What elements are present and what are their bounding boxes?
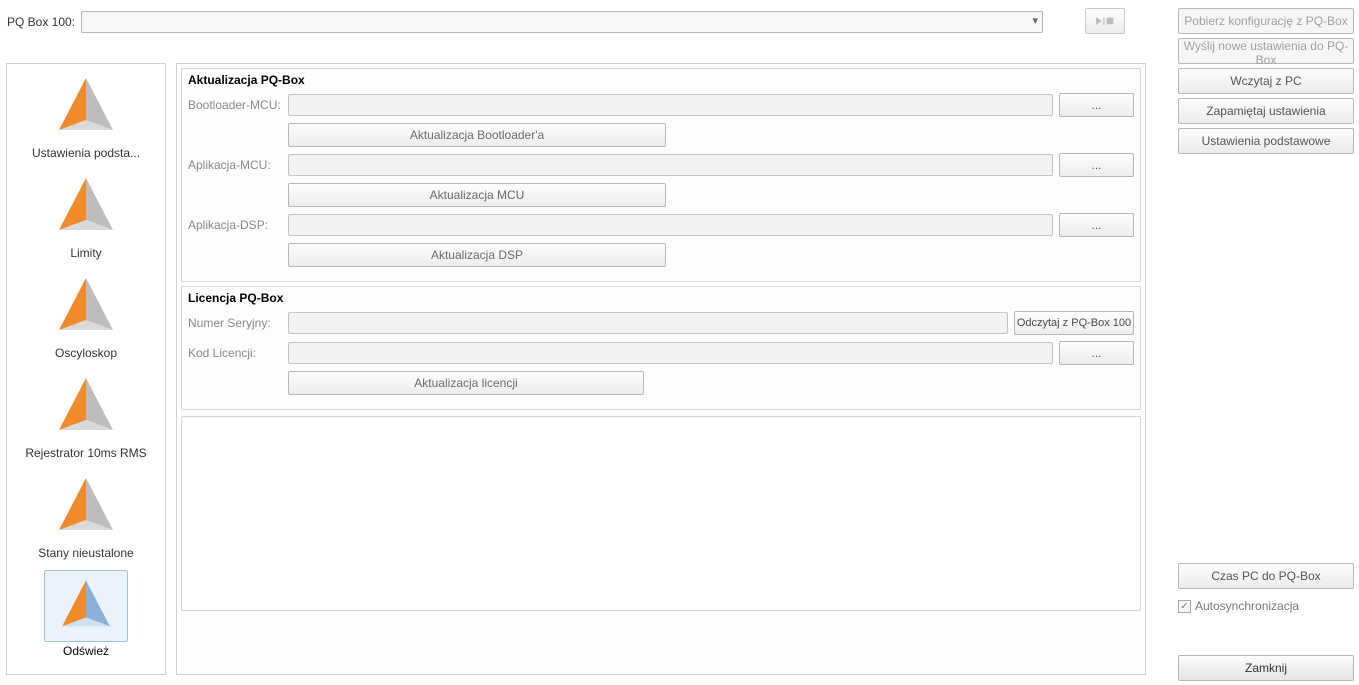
app-dsp-label: Aplikacja-DSP: xyxy=(188,218,288,232)
fetch-config-button[interactable]: Pobierz konfigurację z PQ-Box xyxy=(1178,8,1354,34)
group-title: Licencja PQ-Box xyxy=(182,287,1140,307)
pyramid-icon xyxy=(51,176,121,238)
sidebar-item-label: Stany nieustalone xyxy=(38,546,133,560)
save-settings-button[interactable]: Zapamiętaj ustawienia xyxy=(1178,98,1354,124)
right-bottom: Czas PC do PQ-Box ✓ Autosynchronizacja xyxy=(1178,563,1354,613)
pyramid-icon xyxy=(55,578,117,634)
license-code-input[interactable] xyxy=(288,342,1053,364)
app-mcu-browse-button[interactable]: ... xyxy=(1059,153,1134,177)
read-serial-button[interactable]: Odczytaj z PQ-Box 100 xyxy=(1014,311,1134,335)
bootloader-label: Bootloader-MCU: xyxy=(188,98,288,112)
autosync-checkbox[interactable]: ✓ xyxy=(1178,600,1191,613)
bootloader-update-button[interactable]: Aktualizacja Bootloader'a xyxy=(288,123,666,147)
play-stop-button[interactable] xyxy=(1085,8,1125,34)
app-dsp-update-button[interactable]: Aktualizacja DSP xyxy=(288,243,666,267)
group-license: Licencja PQ-Box Numer Seryjny: Odczytaj … xyxy=(181,286,1141,410)
send-config-button[interactable]: Wyślij nowe ustawienia do PQ-Box xyxy=(1178,38,1354,64)
device-select[interactable]: ▾ xyxy=(81,11,1043,33)
pc-time-button[interactable]: Czas PC do PQ-Box xyxy=(1178,563,1354,589)
sidebar: Ustawienia podsta... Limity Oscyloskop R… xyxy=(6,63,166,675)
sidebar-item-transients[interactable]: Stany nieustalone xyxy=(7,464,165,564)
log-output xyxy=(181,416,1141,611)
sidebar-item-rms-recorder[interactable]: Rejestrator 10ms RMS xyxy=(7,364,165,464)
license-code-label: Kod Licencji: xyxy=(188,346,288,360)
group-title: Aktualizacja PQ-Box xyxy=(182,69,1140,89)
default-settings-button[interactable]: Ustawienia podstawowe xyxy=(1178,128,1354,154)
load-from-pc-button[interactable]: Wczytaj z PC xyxy=(1178,68,1354,94)
sidebar-item-basic-settings[interactable]: Ustawienia podsta... xyxy=(7,64,165,164)
serial-label: Numer Seryjny: xyxy=(188,316,288,330)
main-panel: Aktualizacja PQ-Box Bootloader-MCU: ... … xyxy=(176,63,1146,675)
serial-input[interactable] xyxy=(288,312,1008,334)
app-mcu-label: Aplikacja-MCU: xyxy=(188,158,288,172)
sidebar-item-oscilloscope[interactable]: Oscyloskop xyxy=(7,264,165,364)
sidebar-item-refresh[interactable]: Odśwież xyxy=(7,564,165,662)
pyramid-icon xyxy=(51,476,121,538)
license-update-button[interactable]: Aktualizacja licencji xyxy=(288,371,644,395)
pyramid-icon xyxy=(51,376,121,438)
sidebar-item-label: Rejestrator 10ms RMS xyxy=(25,446,146,460)
group-update: Aktualizacja PQ-Box Bootloader-MCU: ... … xyxy=(181,68,1141,282)
app-dsp-path-input[interactable] xyxy=(288,214,1053,236)
device-label: PQ Box 100: xyxy=(7,15,75,29)
app-mcu-update-button[interactable]: Aktualizacja MCU xyxy=(288,183,666,207)
play-stop-icon xyxy=(1094,14,1116,28)
right-column: Pobierz konfigurację z PQ-Box Wyślij now… xyxy=(1178,8,1354,158)
sidebar-item-label: Limity xyxy=(70,246,101,260)
pyramid-icon xyxy=(51,76,121,138)
autosync-row: ✓ Autosynchronizacja xyxy=(1178,599,1354,613)
sidebar-item-limits[interactable]: Limity xyxy=(7,164,165,264)
app-mcu-path-input[interactable] xyxy=(288,154,1053,176)
top-bar: PQ Box 100: ▾ xyxy=(7,10,1043,34)
bootloader-browse-button[interactable]: ... xyxy=(1059,93,1134,117)
autosync-label: Autosynchronizacja xyxy=(1195,599,1299,613)
close-button[interactable]: Zamknij xyxy=(1178,655,1354,681)
license-browse-button[interactable]: ... xyxy=(1059,341,1134,365)
chevron-down-icon: ▾ xyxy=(1033,14,1039,27)
sidebar-item-label: Ustawienia podsta... xyxy=(32,146,140,160)
pyramid-icon xyxy=(51,276,121,338)
sidebar-item-label: Odśwież xyxy=(63,644,109,658)
close-row: Zamknij xyxy=(1178,655,1354,679)
bootloader-path-input[interactable] xyxy=(288,94,1053,116)
sidebar-item-label: Oscyloskop xyxy=(55,346,117,360)
app-dsp-browse-button[interactable]: ... xyxy=(1059,213,1134,237)
